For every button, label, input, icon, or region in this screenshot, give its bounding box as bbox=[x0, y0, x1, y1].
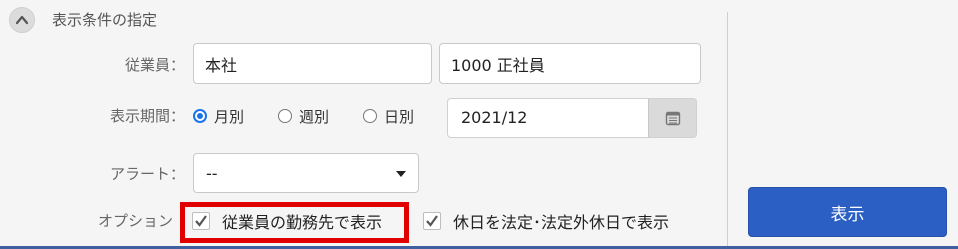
radio-monthly-label: 月別 bbox=[214, 107, 245, 126]
radio-checked-icon bbox=[193, 109, 207, 123]
checkbox-legal-holiday-label: 休日を法定･法定外休日で表示 bbox=[453, 213, 670, 232]
alert-select-value: -- bbox=[206, 163, 218, 183]
date-picker[interactable]: 2021/12 bbox=[447, 98, 697, 138]
section-title: 表示条件の指定 bbox=[52, 11, 158, 29]
radio-unchecked-icon bbox=[278, 109, 292, 123]
chevron-up-icon bbox=[15, 15, 29, 25]
checkbox-checked-icon bbox=[192, 212, 210, 230]
radio-weekly[interactable]: 週別 bbox=[278, 106, 329, 126]
show-button[interactable]: 表示 bbox=[748, 187, 947, 237]
checkbox-checked-icon bbox=[423, 212, 441, 230]
options-label: オプション bbox=[97, 212, 173, 230]
date-value[interactable]: 2021/12 bbox=[461, 99, 527, 137]
radio-unchecked-icon bbox=[363, 109, 377, 123]
employee-group-field[interactable]: 1000 正社員 bbox=[439, 43, 701, 84]
radio-daily[interactable]: 日別 bbox=[363, 106, 414, 126]
collapse-toggle-button[interactable] bbox=[9, 7, 35, 33]
calendar-button[interactable] bbox=[648, 99, 696, 137]
dropdown-caret-icon bbox=[396, 171, 406, 177]
radio-weekly-label: 週別 bbox=[299, 107, 330, 126]
radio-daily-label: 日別 bbox=[384, 107, 415, 126]
calendar-icon bbox=[665, 111, 680, 126]
office-field[interactable]: 本社 bbox=[193, 43, 432, 84]
checkbox-legal-holiday[interactable]: 休日を法定･法定外休日で表示 bbox=[423, 210, 669, 232]
employee-label: 従業員： bbox=[124, 56, 185, 74]
alert-label: アラート： bbox=[109, 165, 185, 183]
checkbox-employee-workplace[interactable]: 従業員の勤務先で表示 bbox=[192, 210, 382, 232]
period-label: 表示期間： bbox=[109, 107, 185, 125]
alert-select[interactable]: -- bbox=[193, 153, 419, 193]
vertical-divider bbox=[727, 12, 728, 249]
radio-monthly[interactable]: 月別 bbox=[193, 106, 244, 126]
checkbox-employee-workplace-label: 従業員の勤務先で表示 bbox=[222, 213, 383, 232]
